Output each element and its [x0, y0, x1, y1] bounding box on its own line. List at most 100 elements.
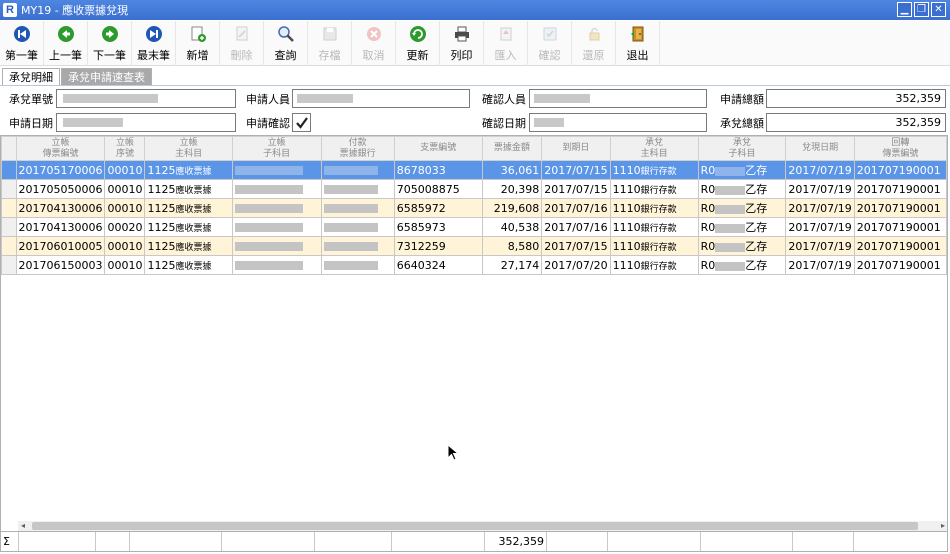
col-header-due-date[interactable]: 到期日 — [541, 136, 611, 161]
cell-seq[interactable]: 00010 — [104, 236, 146, 256]
cell-cash-date[interactable]: 2017/07/19 — [785, 179, 855, 199]
cell-sub-account[interactable] — [231, 160, 322, 180]
cell-reversal-voucher[interactable]: 201707190001 — [853, 236, 947, 256]
cell-amount[interactable]: 8,580 — [481, 236, 543, 256]
cell-reversal-voucher[interactable]: 201707190001 — [853, 255, 947, 275]
cell-cheque-no[interactable]: 6585973 — [393, 217, 483, 237]
row-header[interactable] — [1, 236, 17, 256]
apply-date-field[interactable] — [56, 113, 236, 132]
print-button[interactable]: 列印 — [440, 21, 484, 66]
table-row[interactable]: 201704130006 00020 1125應收票據 6585973 40,538 20… — [1, 217, 947, 237]
row-header[interactable] — [1, 198, 17, 218]
col-header-sub-account[interactable]: 立帳 子科目 — [231, 136, 322, 161]
honor-total-field[interactable]: 352,359 — [766, 113, 946, 132]
cell-amount[interactable]: 219,608 — [481, 198, 543, 218]
cell-bank[interactable] — [320, 236, 395, 256]
cell-honor-main[interactable]: 1110銀行存款 — [609, 255, 699, 275]
restore-button[interactable]: 還原 — [572, 21, 616, 66]
col-header-cash-date[interactable]: 兌現日期 — [785, 136, 855, 161]
cell-voucher[interactable]: 201706150003 — [15, 255, 106, 275]
cell-amount[interactable]: 40,538 — [481, 217, 543, 237]
cell-honor-main[interactable]: 1110銀行存款 — [609, 179, 699, 199]
delete-button[interactable]: 刪除 — [220, 21, 264, 66]
cell-honor-main[interactable]: 1110銀行存款 — [609, 198, 699, 218]
cell-honor-sub[interactable]: R0 乙存 — [697, 198, 787, 218]
cell-honor-main[interactable]: 1110銀行存款 — [609, 160, 699, 180]
cell-cheque-no[interactable]: 6585972 — [393, 198, 483, 218]
horizontal-scrollbar[interactable]: ◂ ▸ — [18, 521, 947, 531]
minimize-icon[interactable]: ▁ — [897, 2, 912, 17]
cell-amount[interactable]: 20,398 — [481, 179, 543, 199]
cell-reversal-voucher[interactable]: 201707190001 — [853, 179, 947, 199]
cell-due-date[interactable]: 2017/07/20 — [541, 255, 611, 275]
table-row[interactable]: 201706150003 00010 1125應收票據 6640324 27,174 20… — [1, 255, 947, 275]
col-header-honor-main[interactable]: 承兌 主科目 — [609, 136, 699, 161]
cell-bank[interactable] — [320, 160, 395, 180]
row-header[interactable] — [1, 160, 17, 180]
col-header-bank[interactable]: 付款 票據銀行 — [320, 136, 395, 161]
col-header-cheque-no[interactable]: 支票編號 — [393, 136, 483, 161]
cell-cash-date[interactable]: 2017/07/19 — [785, 160, 855, 180]
cell-main-account[interactable]: 1125應收票據 — [144, 198, 233, 218]
restore-icon[interactable]: ❐ — [914, 2, 929, 17]
cell-main-account[interactable]: 1125應收票據 — [144, 217, 233, 237]
apply-total-field[interactable]: 352,359 — [766, 89, 946, 108]
cell-cash-date[interactable]: 2017/07/19 — [785, 198, 855, 218]
doc-no-field[interactable] — [56, 89, 236, 108]
cell-voucher[interactable]: 201704130006 — [15, 217, 106, 237]
last-record-button[interactable]: 最末筆 — [132, 21, 176, 66]
col-header-voucher[interactable]: 立帳 傳票編號 — [15, 136, 106, 161]
cell-bank[interactable] — [320, 217, 395, 237]
table-row[interactable]: 201705170006 00010 1125應收票據 8678033 36,061 20… — [1, 160, 947, 180]
confirm-button[interactable]: 確認 — [528, 21, 572, 66]
row-header[interactable] — [1, 179, 17, 199]
cell-voucher[interactable]: 201705050006 — [15, 179, 106, 199]
cell-due-date[interactable]: 2017/07/15 — [541, 160, 611, 180]
cell-honor-sub[interactable]: R0 乙存 — [697, 217, 787, 237]
previous-record-button[interactable]: 上一筆 — [44, 21, 88, 66]
cell-sub-account[interactable] — [231, 198, 322, 218]
apply-confirm-checkbox[interactable] — [292, 113, 311, 132]
cell-main-account[interactable]: 1125應收票據 — [144, 255, 233, 275]
cell-main-account[interactable]: 1125應收票據 — [144, 179, 233, 199]
exit-button[interactable]: 退出 — [616, 21, 660, 66]
cancel-button[interactable]: 取消 — [352, 21, 396, 66]
cell-bank[interactable] — [320, 198, 395, 218]
first-record-button[interactable]: 第一筆 — [0, 21, 44, 66]
col-header-seq[interactable]: 立帳 序號 — [104, 136, 146, 161]
cell-cash-date[interactable]: 2017/07/19 — [785, 255, 855, 275]
cell-cash-date[interactable]: 2017/07/19 — [785, 217, 855, 237]
cell-voucher[interactable]: 201704130006 — [15, 198, 106, 218]
scroll-left-icon[interactable]: ◂ — [21, 521, 25, 531]
cell-bank[interactable] — [320, 179, 395, 199]
cell-due-date[interactable]: 2017/07/16 — [541, 217, 611, 237]
cell-due-date[interactable]: 2017/07/16 — [541, 198, 611, 218]
cell-cash-date[interactable]: 2017/07/19 — [785, 236, 855, 256]
cell-amount[interactable]: 27,174 — [481, 255, 543, 275]
close-icon[interactable]: ✕ — [931, 2, 946, 17]
detail-grid[interactable]: 立帳 傳票編號 立帳 序號 立帳 主科目 立帳 子科目 付款 票據銀行 支票編號 票據金額… — [0, 135, 948, 532]
apply-person-field[interactable] — [292, 89, 470, 108]
cell-honor-sub[interactable]: R0 乙存 — [697, 255, 787, 275]
cell-honor-sub[interactable]: R0 乙存 — [697, 179, 787, 199]
cell-main-account[interactable]: 1125應收票據 — [144, 236, 233, 256]
cell-sub-account[interactable] — [231, 179, 322, 199]
cell-reversal-voucher[interactable]: 201707190001 — [853, 198, 947, 218]
cell-seq[interactable]: 00010 — [104, 198, 146, 218]
next-record-button[interactable]: 下一筆 — [88, 21, 132, 66]
refresh-button[interactable]: 更新 — [396, 21, 440, 66]
row-header[interactable] — [1, 217, 17, 237]
scroll-right-icon[interactable]: ▸ — [941, 521, 945, 531]
row-header[interactable] — [1, 255, 17, 275]
cell-honor-main[interactable]: 1110銀行存款 — [609, 217, 699, 237]
cell-sub-account[interactable] — [231, 236, 322, 256]
cell-sub-account[interactable] — [231, 255, 322, 275]
table-row[interactable]: 201704130006 00010 1125應收票據 6585972 219,608 2… — [1, 198, 947, 218]
tab-honor-quick-lookup[interactable]: 承兌申請速查表 — [61, 68, 152, 85]
cell-cheque-no[interactable]: 7312259 — [393, 236, 483, 256]
import-button[interactable]: 匯入 — [484, 21, 528, 66]
cell-seq[interactable]: 00010 — [104, 255, 146, 275]
query-button[interactable]: 查詢 — [264, 21, 308, 66]
cell-honor-main[interactable]: 1110銀行存款 — [609, 236, 699, 256]
cell-seq[interactable]: 00020 — [104, 217, 146, 237]
